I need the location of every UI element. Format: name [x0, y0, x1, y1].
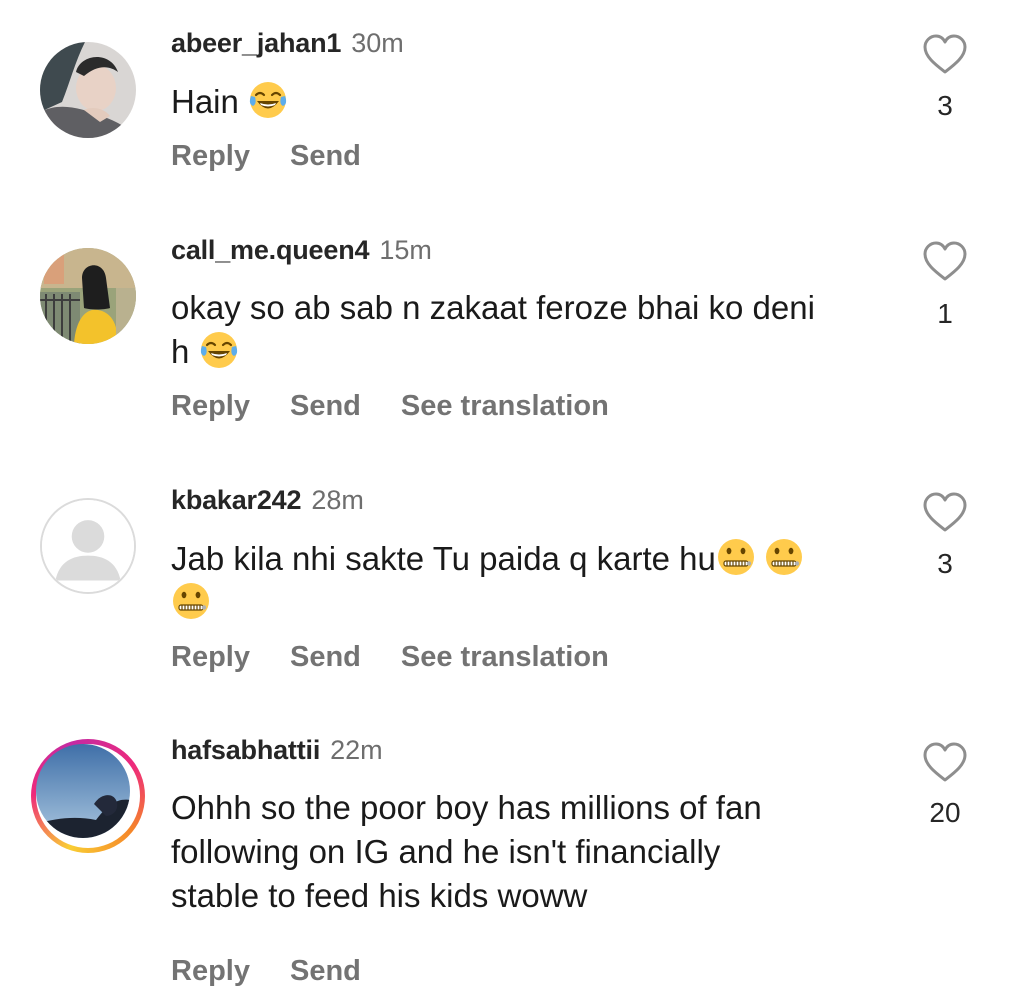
avatar-photo	[36, 744, 130, 838]
comment-meta: hafsabhattii 22m	[171, 735, 383, 766]
avatar-story-ring[interactable]	[31, 739, 145, 853]
comment-actions: Reply Send	[171, 955, 401, 988]
like-count: 20	[929, 797, 961, 828]
comment-item: hafsabhattii 22m Ohhh so the poor boy has…	[0, 0, 1024, 997]
comment-text-line: Ohhh so the poor boy has millions of fan	[171, 789, 762, 826]
heart-outline-icon[interactable]	[922, 741, 968, 783]
username[interactable]: hafsabhattii	[171, 735, 320, 765]
send-button[interactable]: Send	[290, 955, 361, 988]
reply-button[interactable]: Reply	[171, 955, 250, 988]
timestamp: 22m	[330, 735, 383, 765]
avatar	[36, 744, 130, 838]
comment-text-line: following on IG and he isn't financially	[171, 833, 721, 870]
comment-text: Ohhh so the poor boy has millions of fan…	[171, 786, 891, 918]
comment-text-line: stable to feed his kids woww	[171, 877, 588, 914]
